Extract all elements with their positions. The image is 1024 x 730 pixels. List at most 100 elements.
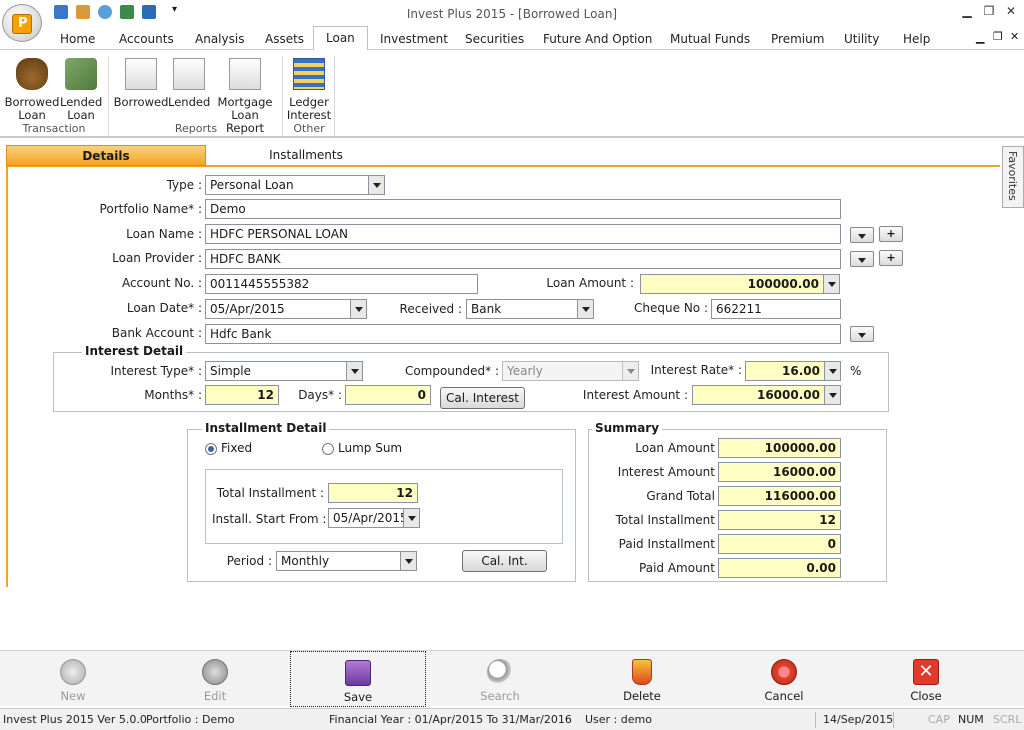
- total-installment-label: Total Installment :: [216, 486, 324, 500]
- ribbon-separator: [108, 56, 109, 136]
- magnifier-icon: [487, 659, 513, 685]
- portfolio-input[interactable]: Demo: [205, 199, 841, 219]
- months-input[interactable]: 12: [205, 385, 279, 405]
- summary-paid-amount-value: 0.00: [718, 558, 841, 578]
- fixed-radio-label[interactable]: Fixed: [221, 441, 252, 455]
- summary-paid-installment-value: 0: [718, 534, 841, 554]
- group-other-label: Other: [293, 122, 325, 135]
- bank-account-dropdown-button[interactable]: [850, 326, 874, 342]
- chevron-down-icon[interactable]: [368, 176, 384, 194]
- edit-button[interactable]: Edit: [147, 651, 283, 707]
- months-label: Months* :: [144, 388, 202, 402]
- type-select[interactable]: Personal Loan: [205, 175, 385, 195]
- summary-grand-total-label: Grand Total: [646, 489, 715, 503]
- chevron-down-icon[interactable]: [622, 362, 638, 380]
- account-no-input[interactable]: 0011445555382: [205, 274, 478, 294]
- summary-paid-installment-label: Paid Installment: [618, 537, 715, 551]
- compounded-select[interactable]: Yearly: [502, 361, 639, 381]
- ledger-interest-button[interactable]: Ledger Interest: [286, 58, 332, 122]
- menu-analysis[interactable]: Analysis: [195, 32, 244, 46]
- install-start-picker[interactable]: 05/Apr/2015: [328, 508, 420, 528]
- add-loan-provider-button[interactable]: +: [879, 250, 903, 266]
- menu-utility[interactable]: Utility: [844, 32, 879, 46]
- chevron-down-icon: [858, 333, 866, 342]
- loan-date-picker[interactable]: 05/Apr/2015: [205, 299, 367, 319]
- menu-securities[interactable]: Securities: [465, 32, 524, 46]
- loan-provider-input[interactable]: HDFC BANK: [205, 249, 841, 269]
- menu-future-and-option[interactable]: Future And Option: [543, 32, 652, 46]
- menu-investment[interactable]: Investment: [380, 32, 448, 46]
- loan-provider-label: Loan Provider :: [112, 251, 202, 265]
- period-select[interactable]: Monthly: [276, 551, 417, 571]
- mdi-restore-icon[interactable]: ❐: [993, 30, 1003, 43]
- chevron-down-icon[interactable]: [824, 386, 840, 404]
- interest-amount-input[interactable]: 16000.00: [692, 385, 841, 405]
- interest-type-label: Interest Type* :: [110, 364, 202, 378]
- new-button[interactable]: New: [5, 651, 141, 707]
- mdi-minimize-icon[interactable]: ▁: [976, 31, 984, 44]
- cheque-no-input[interactable]: 662211: [711, 299, 841, 319]
- received-select[interactable]: Bank: [466, 299, 594, 319]
- add-loan-name-button[interactable]: +: [879, 226, 903, 242]
- search-button[interactable]: Search: [432, 651, 568, 707]
- menu-loan[interactable]: Loan: [313, 26, 368, 50]
- chevron-down-icon[interactable]: [823, 275, 839, 293]
- menu-assets[interactable]: Assets: [265, 32, 304, 46]
- loan-amount-input[interactable]: 100000.00: [640, 274, 840, 294]
- lump-sum-radio[interactable]: [322, 443, 334, 455]
- interest-type-select[interactable]: Simple: [205, 361, 363, 381]
- chevron-down-icon[interactable]: [403, 509, 419, 527]
- tab-installments[interactable]: Installments: [206, 145, 406, 166]
- total-installment-input[interactable]: 12: [328, 483, 418, 503]
- summary-interest-amount-value: 16000.00: [718, 462, 841, 482]
- installment-inner-group: [205, 469, 563, 544]
- close-window-icon[interactable]: ✕: [1002, 4, 1020, 20]
- delete-button[interactable]: Delete: [574, 651, 710, 707]
- close-button[interactable]: ✕ Close: [858, 651, 994, 707]
- cancel-button[interactable]: Cancel: [716, 651, 852, 707]
- status-separator: [815, 712, 816, 728]
- app-logo[interactable]: [2, 4, 42, 42]
- chevron-down-icon[interactable]: [346, 362, 362, 380]
- borrowed-report-button[interactable]: Borrowed: [113, 58, 169, 109]
- interest-rate-input[interactable]: 16.00: [745, 361, 841, 381]
- summary-total-installment-label: Total Installment: [615, 513, 715, 527]
- tab-details[interactable]: Details: [6, 145, 206, 166]
- chevron-down-icon[interactable]: [577, 300, 593, 318]
- borrowed-loan-button[interactable]: Borrowed Loan: [4, 58, 60, 122]
- portfolio-label: Portfolio Name* :: [99, 202, 202, 216]
- action-toolbar: New Edit Save Search Delete Cancel ✕ Clo…: [0, 650, 1024, 707]
- menu-mutual-funds[interactable]: Mutual Funds: [670, 32, 750, 46]
- chevron-down-icon[interactable]: [824, 362, 840, 380]
- chevron-down-icon[interactable]: [400, 552, 416, 570]
- restore-icon[interactable]: ❐: [980, 4, 998, 20]
- installment-detail-title: Installment Detail: [202, 421, 330, 435]
- plus-circle-icon: [60, 659, 86, 685]
- menu-home[interactable]: Home: [60, 32, 95, 46]
- chevron-down-icon[interactable]: [350, 300, 366, 318]
- window-title: Invest Plus 2015 - [Borrowed Loan]: [406, 7, 618, 21]
- save-button[interactable]: Save: [290, 651, 426, 707]
- minimize-icon[interactable]: ▁: [958, 4, 976, 20]
- days-input[interactable]: 0: [345, 385, 431, 405]
- lended-report-button[interactable]: Lended: [168, 58, 210, 109]
- mdi-close-icon[interactable]: ✕: [1010, 30, 1019, 43]
- menu-premium[interactable]: Premium: [771, 32, 824, 46]
- bank-account-input[interactable]: Hdfc Bank: [205, 324, 841, 344]
- loan-name-input[interactable]: HDFC PERSONAL LOAN: [205, 224, 841, 244]
- loan-provider-dropdown-button[interactable]: [850, 251, 874, 267]
- fixed-radio[interactable]: [205, 443, 217, 455]
- menu-help[interactable]: Help: [903, 32, 930, 46]
- chevron-down-icon: [858, 258, 866, 267]
- status-separator: [893, 712, 894, 728]
- cal-int-button[interactable]: Cal. Int.: [462, 550, 547, 572]
- cal-interest-button[interactable]: Cal. Interest: [440, 387, 525, 409]
- lended-loan-button[interactable]: Lended Loan: [60, 58, 102, 122]
- summary-paid-amount-label: Paid Amount: [639, 561, 715, 575]
- loan-amount-label: Loan Amount :: [546, 276, 634, 290]
- lump-sum-radio-label[interactable]: Lump Sum: [338, 441, 402, 455]
- favorites-side-tab[interactable]: Favorites: [1002, 146, 1024, 208]
- loan-name-dropdown-button[interactable]: [850, 227, 874, 243]
- menu-accounts[interactable]: Accounts: [119, 32, 174, 46]
- cheque-no-label: Cheque No :: [634, 301, 708, 315]
